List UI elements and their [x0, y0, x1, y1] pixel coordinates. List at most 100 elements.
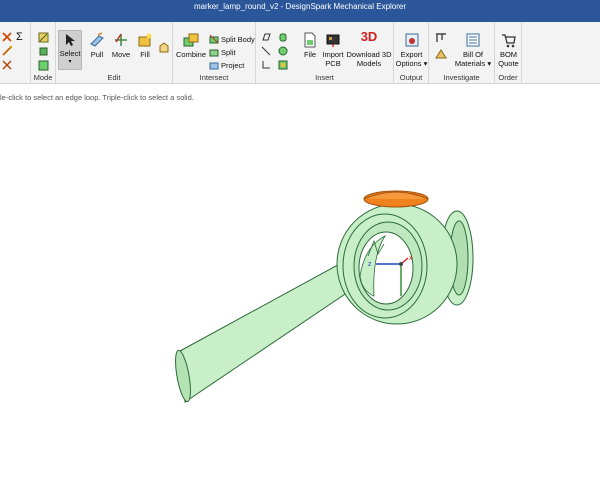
axis-label-x: x — [409, 255, 413, 262]
status-hint: le-click to select an edge loop. Triple-… — [0, 93, 600, 105]
section-mode-icon — [39, 47, 48, 56]
title-bar: marker_lamp_round_v2 - DesignSpark Mecha… — [0, 0, 600, 22]
tool-line[interactable] — [2, 46, 12, 56]
split-icon — [209, 49, 219, 57]
axis-origin-point — [399, 262, 403, 266]
mass-icon — [435, 49, 447, 59]
split-button[interactable]: Split — [209, 47, 236, 57]
fill-icon — [138, 33, 152, 47]
tool-cross[interactable] — [2, 60, 12, 70]
cart-icon — [501, 34, 516, 48]
insert-origin[interactable] — [261, 60, 271, 70]
project-icon — [209, 62, 219, 70]
ribbon-group-output: Export Options ▾ Output — [394, 22, 429, 84]
fill-label: Fill — [140, 50, 150, 59]
export-label-2: Options ▾ — [395, 59, 428, 68]
3d-viewport[interactable]: x z — [0, 106, 600, 494]
group-label-investigate: Investigate — [443, 73, 480, 82]
import-pcb-icon — [326, 34, 340, 47]
tool-measure[interactable]: Σ — [16, 31, 23, 43]
import-pcb-label-2: PCB — [325, 59, 341, 68]
project-button[interactable]: Project — [209, 60, 244, 70]
caliper-icon — [436, 33, 446, 42]
ribbon-group-order: BOM Quote Order — [495, 22, 522, 84]
snap-icon — [2, 32, 12, 42]
insert-shell[interactable] — [278, 60, 288, 70]
axis-line-icon — [261, 46, 271, 56]
edit-extra-tool[interactable] — [158, 42, 170, 54]
tool-snap[interactable] — [2, 32, 12, 42]
ribbon-group-misc: Σ — [0, 22, 31, 84]
group-label-edit: Edit — [107, 73, 121, 82]
bom-quote-button[interactable]: BOM Quote — [496, 32, 521, 68]
export-options-button[interactable]: Export Options ▾ — [395, 32, 428, 68]
cross-tool-icon — [2, 60, 12, 70]
file-label: File — [303, 50, 317, 59]
sketch-mode-icon — [38, 32, 49, 43]
front-ring[interactable] — [342, 213, 428, 319]
split-label: Split — [221, 47, 236, 57]
move-label: Move — [111, 50, 131, 59]
export-label-1: Export — [400, 50, 423, 59]
move-button[interactable]: Move — [110, 32, 132, 59]
status-hint-text: le-click to select an edge loop. Triple-… — [0, 93, 194, 102]
3d-models-icon: 3D — [360, 29, 378, 44]
shell-solid-icon — [278, 60, 288, 70]
file-icon — [304, 32, 316, 48]
group-label-insert: Insert — [315, 73, 334, 82]
bom-quote-label-2: Quote — [498, 59, 519, 68]
pull-label: Pull — [90, 50, 104, 59]
fill-button[interactable]: Fill — [135, 32, 155, 59]
ribbon-group-edit: Select ▾ Pull Move Fill Edit — [56, 22, 173, 84]
mode-sketch[interactable] — [38, 32, 49, 43]
stem-tube[interactable] — [173, 260, 361, 403]
insert-plane[interactable] — [261, 32, 271, 42]
ribbon-group-investigate: Bill Of Materials ▾ Investigate — [429, 22, 495, 84]
pull-button[interactable]: Pull — [86, 32, 108, 59]
combine-button[interactable]: Combine — [176, 32, 206, 59]
import-pcb-button[interactable]: Import PCB — [320, 32, 346, 68]
group-label-output: Output — [399, 73, 423, 82]
insert-cylinder[interactable] — [278, 32, 288, 42]
bill-of-materials-button[interactable]: Bill Of Materials ▾ — [453, 32, 493, 68]
select-dropdown-icon: ▾ — [68, 59, 72, 65]
combine-label: Combine — [176, 50, 207, 59]
download-3d-models-button[interactable]: 3D Download 3D Models — [346, 29, 392, 68]
investigate-mass[interactable] — [434, 48, 448, 60]
pull-icon — [90, 32, 104, 47]
select-button[interactable]: Select ▾ — [58, 30, 82, 70]
line-tool-icon — [2, 46, 12, 56]
mode-3d[interactable] — [38, 60, 49, 71]
download-label-1: Download 3D — [346, 50, 392, 59]
ribbon-group-mode: Mode — [31, 22, 56, 84]
origin-icon — [262, 61, 270, 69]
group-label-mode: Mode — [33, 73, 53, 82]
export-icon — [405, 33, 418, 47]
lamp-cap[interactable] — [363, 190, 429, 208]
3d-mode-icon — [38, 60, 49, 71]
cylinder-icon — [279, 33, 287, 42]
bom-quote-label-1: BOM — [499, 50, 518, 59]
group-label-order: Order — [498, 73, 518, 82]
split-body-button[interactable]: Split Body — [209, 34, 255, 44]
bom-label-1: Bill Of — [462, 50, 483, 59]
download-label-2: Models — [356, 59, 382, 68]
ribbon: Σ Mode Select ▾ Pull Move Fill Edit Comb… — [0, 22, 600, 84]
bom-label-2: Materials ▾ — [454, 59, 492, 68]
file-button[interactable]: File — [299, 32, 321, 59]
split-body-label: Split Body — [221, 34, 255, 44]
select-arrow-icon — [66, 34, 75, 46]
import-pcb-label-1: Import — [322, 50, 344, 59]
model-canvas[interactable]: x z — [0, 106, 600, 494]
group-label-intersect: Intersect — [199, 73, 229, 82]
combine-icon — [183, 33, 199, 47]
insert-sphere[interactable] — [278, 46, 288, 56]
ribbon-group-insert: File Import PCB 3D Download 3D Models In… — [256, 22, 394, 84]
sigma-icon: Σ — [16, 31, 23, 43]
insert-line[interactable] — [261, 46, 271, 56]
split-body-icon — [209, 34, 219, 44]
sphere-icon — [278, 46, 288, 56]
mode-section[interactable] — [38, 46, 49, 57]
investigate-measure[interactable] — [434, 32, 448, 44]
shell-icon — [159, 42, 169, 53]
